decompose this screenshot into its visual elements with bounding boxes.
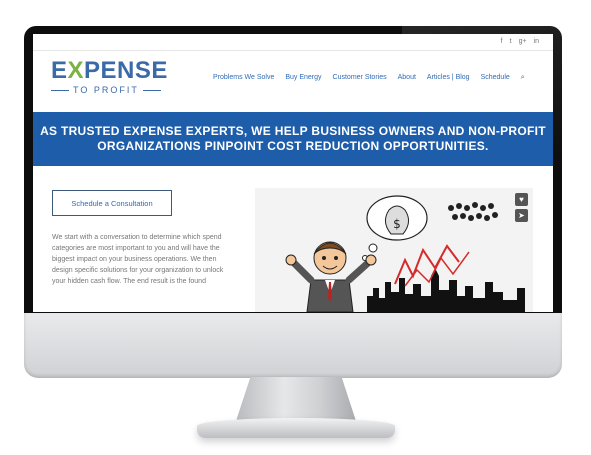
illustration-actions: ♥ ➤ — [515, 193, 528, 222]
businessman-illustration: $ — [285, 195, 525, 312]
google-plus-icon[interactable]: g+ — [519, 37, 527, 47]
nav-problems[interactable]: Problems We Solve — [213, 74, 274, 82]
logo-wordmark: EXPENSE — [51, 57, 168, 84]
main-nav: Problems We Solve Buy Energy Customer St… — [213, 74, 525, 82]
monitor-base — [197, 418, 395, 438]
facebook-icon[interactable]: f — [501, 37, 503, 47]
social-links: f t g+ in — [501, 37, 539, 47]
heart-icon[interactable]: ♥ — [515, 193, 528, 206]
nav-buy-energy[interactable]: Buy Energy — [285, 74, 321, 82]
nav-schedule[interactable]: Schedule — [481, 74, 510, 82]
nav-about[interactable]: About — [398, 74, 416, 82]
nav-articles-blog[interactable]: Articles | Blog — [427, 74, 470, 82]
banner-line-2: ORGANIZATIONS PINPOINT COST REDUCTION OP… — [97, 139, 489, 153]
monitor-chin — [24, 313, 562, 378]
website-screen: f t g+ in EXPENSE TO PROFIT Problems We … — [33, 34, 553, 312]
hero-banner: AS TRUSTED EXPENSE EXPERTS, WE HELP BUSI… — [33, 112, 553, 166]
svg-text:$: $ — [393, 217, 401, 231]
search-icon[interactable]: ⌕ — [521, 74, 525, 82]
top-bar: f t g+ in — [33, 34, 553, 51]
schedule-consultation-button[interactable]: Schedule a Consultation — [52, 190, 172, 216]
twitter-icon[interactable]: t — [510, 37, 512, 47]
intro-paragraph: We start with a conversation to determin… — [52, 234, 224, 285]
logo-tagline: TO PROFIT — [51, 85, 171, 95]
linkedin-icon[interactable]: in — [534, 37, 539, 47]
illustration: $ ♥ ➤ — [255, 188, 533, 312]
site-logo[interactable]: EXPENSE TO PROFIT — [51, 58, 171, 100]
banner-line-1: AS TRUSTED EXPENSE EXPERTS, WE HELP BUSI… — [40, 124, 546, 138]
nav-customer-stories[interactable]: Customer Stories — [333, 74, 387, 82]
monitor-stand — [236, 377, 356, 421]
share-icon[interactable]: ➤ — [515, 209, 528, 222]
